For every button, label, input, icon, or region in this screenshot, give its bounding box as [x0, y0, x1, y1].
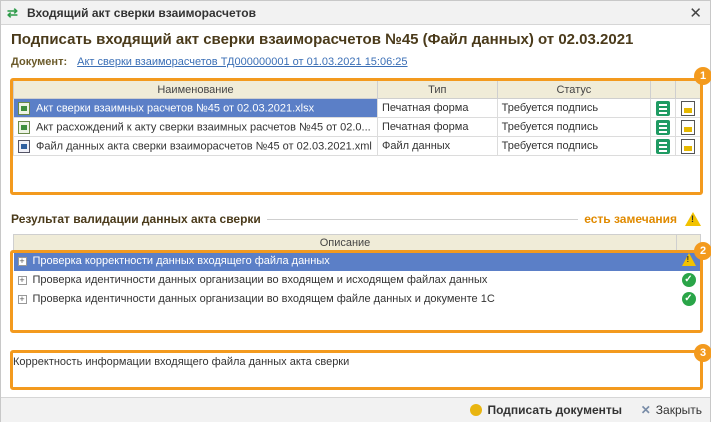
dialog-window: ⇄ Входящий акт сверки взаиморасчетов ✕ П… — [0, 0, 711, 422]
validation-title: Результат валидации данных акта сверки — [11, 212, 261, 226]
sign-documents-label: Подписать документы — [487, 403, 622, 417]
badge-3: 3 — [694, 344, 711, 362]
column-header-description[interactable]: Описание — [13, 234, 677, 252]
validation-section-header: Результат валидации данных акта сверки е… — [11, 212, 701, 226]
page-title: Подписать входящий акт сверки взаиморасч… — [11, 31, 634, 48]
window-title: Входящий акт сверки взаиморасчетов — [27, 5, 256, 20]
seal-icon — [470, 404, 483, 416]
close-label: Закрыть — [655, 403, 702, 417]
footer-bar: Подписать документы ✕ Закрыть — [1, 397, 710, 422]
highlight-frame-1 — [10, 78, 703, 195]
badge-2: 2 — [694, 242, 711, 260]
sign-documents-button[interactable]: Подписать документы — [470, 403, 622, 417]
highlight-frame-2 — [10, 250, 703, 333]
close-icon: ✕ — [640, 403, 651, 417]
highlight-frame-3 — [10, 350, 703, 390]
document-link[interactable]: Акт сверки взаиморасчетов ТД000000001 от… — [77, 56, 407, 68]
document-label: Документ: — [11, 56, 68, 68]
title-bar: ⇄ Входящий акт сверки взаиморасчетов ✕ — [1, 1, 710, 25]
divider — [266, 218, 579, 220]
close-button[interactable]: ✕ Закрыть — [641, 403, 702, 417]
warning-icon: ! — [685, 212, 701, 226]
validation-summary-link[interactable]: есть замечания — [584, 212, 677, 226]
exchange-arrows-icon: ⇄ — [7, 4, 18, 20]
badge-1: 1 — [694, 67, 711, 85]
document-row: Документ: Акт сверки взаиморасчетов ТД00… — [11, 56, 408, 68]
close-icon[interactable]: ✕ — [689, 4, 702, 22]
